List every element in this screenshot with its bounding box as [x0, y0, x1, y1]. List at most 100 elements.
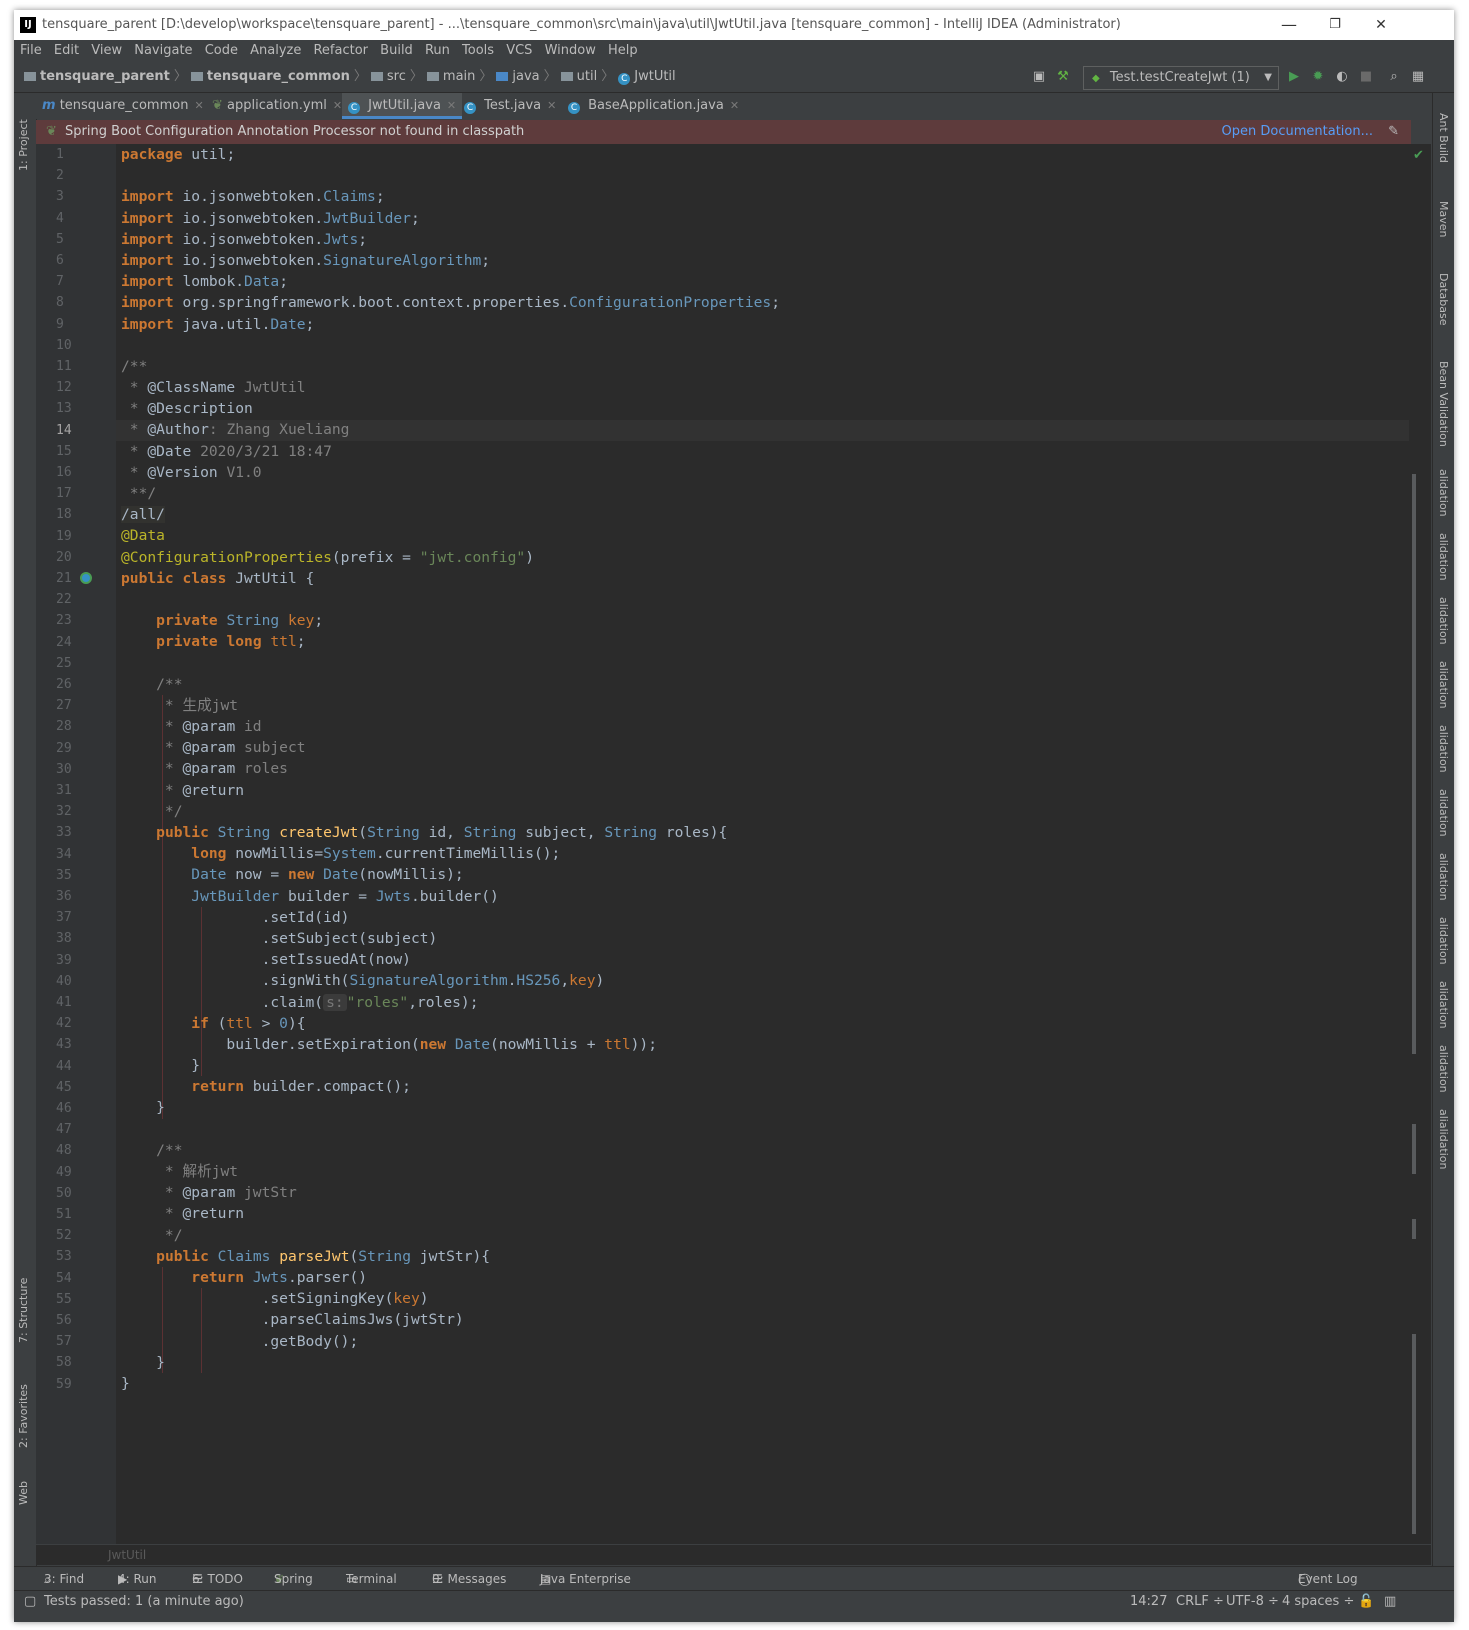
code-line[interactable]: private String key;: [121, 610, 780, 631]
menu-vcs[interactable]: VCS: [506, 40, 532, 62]
close-button[interactable]: ✕: [1358, 10, 1404, 40]
code-line[interactable]: .signWith(SignatureAlgorithm.HS256,key): [121, 970, 780, 991]
tool-validation[interactable]: alidation: [1437, 1045, 1450, 1093]
open-documentation-link[interactable]: Open Documentation...: [1222, 120, 1373, 144]
code-line[interactable]: import io.jsonwebtoken.SignatureAlgorith…: [121, 250, 780, 271]
menu-refactor[interactable]: Refactor: [313, 40, 368, 62]
code-line[interactable]: * @param id: [121, 716, 780, 737]
code-line[interactable]: private long ttl;: [121, 631, 780, 652]
tab-baseapplication-java[interactable]: C BaseApplication.java ✕: [562, 93, 740, 119]
code-line[interactable]: .setSigningKey(key): [121, 1288, 780, 1309]
menu-build[interactable]: Build: [380, 40, 413, 62]
spring-bean-icon[interactable]: [80, 572, 92, 584]
code-line[interactable]: }: [121, 1055, 780, 1076]
code-line[interactable]: public Claims parseJwt(String jwtStr){: [121, 1246, 780, 1267]
breadcrumb-item[interactable]: util: [577, 69, 598, 84]
tool-ant-build[interactable]: Ant Build: [1437, 113, 1450, 163]
breadcrumb-item[interactable]: JwtUtil: [634, 69, 675, 84]
menu-code[interactable]: Code: [205, 40, 238, 62]
code-editor[interactable]: package util; import io.jsonwebtoken.Clai…: [116, 144, 1409, 1544]
breadcrumb-item[interactable]: src: [387, 69, 406, 84]
run-configuration-select[interactable]: ◆ Test.testCreateJwt (1) ▼: [1083, 66, 1279, 90]
code-line[interactable]: import org.springframework.boot.context.…: [121, 292, 780, 313]
code-line[interactable]: return builder.compact();: [121, 1076, 780, 1097]
code-line[interactable]: * @return: [121, 1203, 780, 1224]
tab-jwtutil-java[interactable]: C JwtUtil.java ✕: [342, 93, 462, 119]
code-line[interactable]: package util;: [121, 144, 780, 165]
indent-setting[interactable]: 4 spaces ÷: [1282, 1591, 1354, 1613]
breadcrumb-item[interactable]: tensquare_common: [207, 69, 350, 84]
tool-validation[interactable]: alidation: [1437, 469, 1450, 517]
menu-view[interactable]: View: [91, 40, 122, 62]
code-line[interactable]: if (ttl > 0){: [121, 1013, 780, 1034]
code-line[interactable]: */: [121, 801, 780, 822]
code-line[interactable]: * 生成jwt: [121, 695, 780, 716]
code-line[interactable]: /**: [121, 1140, 780, 1161]
code-line[interactable]: * @ClassName JwtUtil: [121, 377, 780, 398]
tool-validation[interactable]: alidation: [1437, 789, 1450, 837]
code-line[interactable]: * 解析jwt: [121, 1161, 780, 1182]
tool-validation[interactable]: alidation: [1437, 661, 1450, 709]
editor-scrollbar[interactable]: ✔: [1409, 144, 1431, 1544]
code-line[interactable]: .setSubject(subject): [121, 928, 780, 949]
coverage-icon[interactable]: ◐: [1334, 69, 1350, 85]
tool-maven[interactable]: Maven: [1437, 201, 1450, 237]
code-line[interactable]: [121, 653, 780, 674]
menu-help[interactable]: Help: [608, 40, 638, 62]
close-tab-icon[interactable]: ✕: [447, 99, 456, 112]
menu-run[interactable]: Run: [425, 40, 450, 62]
tool-project[interactable]: 1: Project: [17, 119, 30, 171]
footer-class-name[interactable]: JwtUtil: [108, 1548, 146, 1562]
code-line[interactable]: JwtBuilder builder = Jwts.builder(): [121, 886, 780, 907]
tool-validation[interactable]: alidation: [1437, 725, 1450, 773]
project-structure-icon[interactable]: ▣: [1031, 69, 1047, 85]
menu-analyze[interactable]: Analyze: [250, 40, 301, 62]
menu-navigate[interactable]: Navigate: [134, 40, 192, 62]
run-icon[interactable]: ▶: [1286, 69, 1302, 85]
code-line[interactable]: import io.jsonwebtoken.Jwts;: [121, 229, 780, 250]
code-line[interactable]: Date now = new Date(nowMillis);: [121, 864, 780, 885]
code-line[interactable]: /**: [121, 356, 780, 377]
project-icon[interactable]: ▦: [1410, 69, 1426, 85]
close-tab-icon[interactable]: ✕: [194, 99, 203, 112]
close-tab-icon[interactable]: ✕: [547, 99, 556, 112]
tab-tensquare-common[interactable]: m tensquare_common ✕: [36, 93, 210, 119]
code-line[interactable]: [121, 1119, 780, 1140]
lock-icon[interactable]: 🔓: [1358, 1591, 1374, 1613]
tool-validation[interactable]: alidation: [1437, 917, 1450, 965]
code-line[interactable]: import java.util.Date;: [121, 314, 780, 335]
code-line[interactable]: [121, 335, 780, 356]
code-line[interactable]: }: [121, 1373, 780, 1394]
code-line[interactable]: public String createJwt(String id, Strin…: [121, 822, 780, 843]
tool-structure[interactable]: 7: Structure: [17, 1278, 30, 1343]
stop-icon[interactable]: ■: [1358, 69, 1374, 85]
breadcrumb-item[interactable]: main: [443, 69, 475, 84]
close-tab-icon[interactable]: ✕: [333, 99, 342, 112]
code-line[interactable]: builder.setExpiration(new Date(nowMillis…: [121, 1034, 780, 1055]
code-line[interactable]: */: [121, 1225, 780, 1246]
build-hammer-icon[interactable]: ⚒: [1055, 69, 1071, 85]
code-line[interactable]: @ConfigurationProperties(prefix = "jwt.c…: [121, 547, 780, 568]
caret-position[interactable]: 14:27: [1130, 1591, 1167, 1613]
tool-web[interactable]: Web: [17, 1481, 30, 1505]
breadcrumb-item[interactable]: tensquare_parent: [40, 69, 170, 84]
menu-tools[interactable]: Tools: [462, 40, 494, 62]
code-line[interactable]: .parseClaimsJws(jwtStr): [121, 1309, 780, 1330]
code-line[interactable]: * @Author: Zhang Xueliang: [121, 419, 780, 440]
menu-edit[interactable]: Edit: [54, 40, 79, 62]
tool-database[interactable]: Database: [1437, 273, 1450, 326]
code-line[interactable]: }: [121, 1097, 780, 1118]
code-line[interactable]: long nowMillis=System.currentTimeMillis(…: [121, 843, 780, 864]
tool-validation[interactable]: alidation: [1437, 853, 1450, 901]
code-line[interactable]: .setIssuedAt(now): [121, 949, 780, 970]
breadcrumb-item[interactable]: java: [512, 69, 539, 84]
tab-test-java[interactable]: C Test.java ✕: [458, 93, 564, 119]
line-separator[interactable]: CRLF ÷: [1176, 1591, 1224, 1613]
code-line[interactable]: import lombok.Data;: [121, 271, 780, 292]
status-toggle-icon[interactable]: ▢: [24, 1591, 36, 1613]
code-line[interactable]: * @param roles: [121, 758, 780, 779]
close-tab-icon[interactable]: ✕: [730, 99, 739, 112]
tool-validation[interactable]: alidation: [1437, 981, 1450, 1029]
file-encoding[interactable]: UTF-8 ÷: [1226, 1591, 1279, 1613]
code-line[interactable]: * @param subject: [121, 737, 780, 758]
